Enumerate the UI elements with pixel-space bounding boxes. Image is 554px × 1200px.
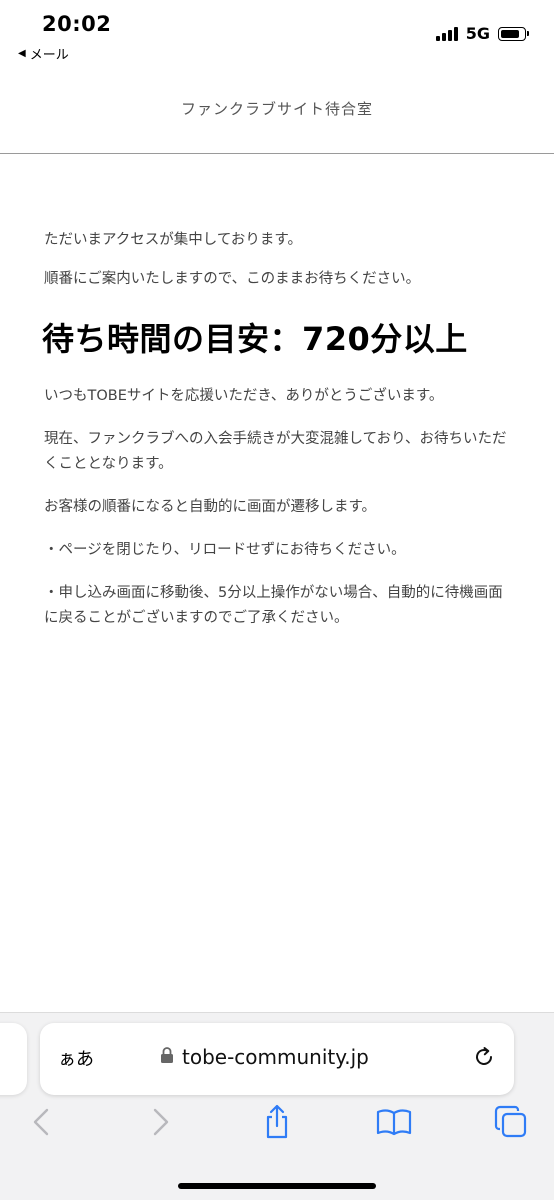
body-paragraph: いつもTOBEサイトを応援いただき、ありがとうございます。	[44, 388, 444, 404]
page-settings-button[interactable]: ぁあ	[58, 1045, 94, 1071]
bookmarks-icon[interactable]	[376, 1105, 412, 1139]
status-indicators: 5G	[435, 24, 529, 43]
notice-item: ・申し込み画面に移動後、5分以上操作がない場合、自動的に待機画面に戻ることがござ…	[44, 585, 503, 626]
forward-icon[interactable]	[146, 1105, 176, 1139]
url-text: tobe-community.jp	[182, 1045, 369, 1069]
back-to-mail-link[interactable]: ◀ メール	[18, 44, 69, 63]
url-display[interactable]: tobe-community.jp	[160, 1045, 369, 1069]
tabs-icon[interactable]	[494, 1105, 528, 1139]
previous-tab-card[interactable]	[0, 1023, 27, 1095]
waiting-room-content: ただいまアクセスが集中しております。 順番にご案内いたしますので、このままお待ち…	[42, 228, 514, 649]
intro-text-2: 順番にご案内いたしますので、このままお待ちください。	[44, 271, 421, 287]
intro-text-1: ただいまアクセスが集中しております。	[44, 232, 302, 248]
back-icon[interactable]	[26, 1105, 56, 1139]
browser-toolbar	[0, 1104, 554, 1161]
reload-icon[interactable]	[472, 1045, 496, 1069]
signal-icon	[435, 26, 458, 41]
battery-icon	[498, 26, 529, 41]
page-title: ファンクラブサイト待合室	[180, 100, 373, 118]
share-icon[interactable]	[262, 1104, 292, 1139]
back-arrow-icon: ◀	[18, 48, 26, 59]
back-to-mail-label: メール	[29, 48, 69, 63]
address-bar[interactable]: ぁあ tobe-community.jp	[40, 1023, 514, 1095]
body-paragraph: 現在、ファンクラブへの入会手続きが大変混雑しており、お待ちいただくこととなります…	[44, 431, 507, 472]
notice-item: ・ページを閉じたり、リロードせずにお待ちください。	[44, 542, 406, 558]
page-header: ファンクラブサイト待合室	[0, 70, 554, 154]
body-paragraph: お客様の順番になると自動的に画面が遷移します。	[44, 499, 377, 515]
home-indicator[interactable]	[178, 1183, 376, 1189]
lock-icon	[160, 1046, 174, 1068]
browser-bar: ぁあ tobe-community.jp	[0, 1012, 554, 1200]
network-type: 5G	[465, 24, 490, 43]
status-bar: 20:02 ◀ メール 5G	[0, 0, 554, 70]
wait-time-heading: 待ち時間の目安：720分以上	[42, 320, 468, 358]
status-time: 20:02	[42, 12, 112, 36]
